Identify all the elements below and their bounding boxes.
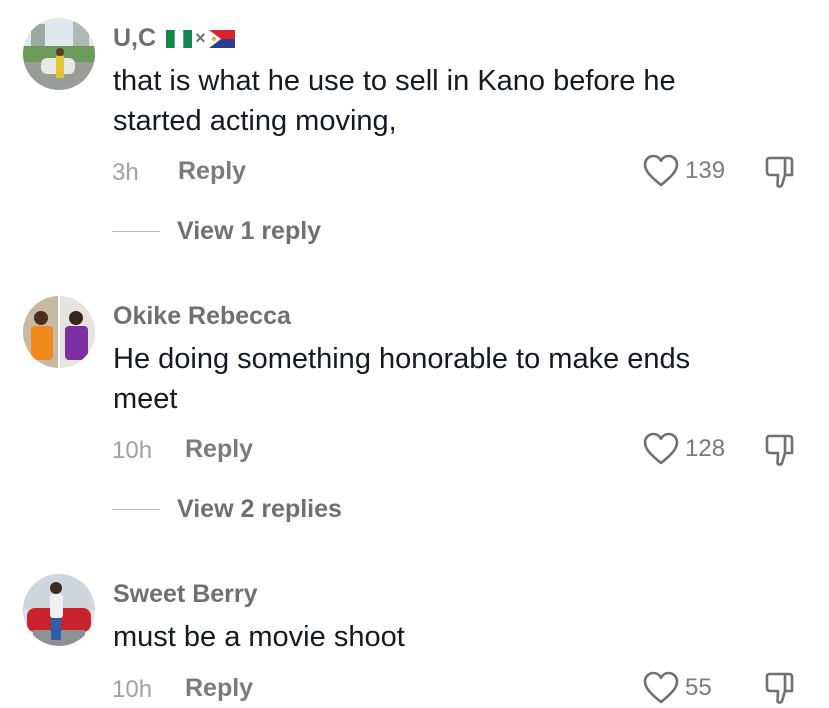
reply-button[interactable]: Reply: [178, 157, 246, 186]
nigeria-flag-icon: [166, 29, 193, 48]
divider-line: [112, 231, 160, 232]
heart-outline-icon: [643, 671, 679, 704]
thumbs-down-icon[interactable]: [763, 154, 799, 190]
comment-time: 10h: [112, 676, 153, 703]
view-replies-button[interactable]: View 1 reply: [112, 217, 321, 246]
heart-outline-icon: [643, 432, 679, 465]
like-count: 128: [685, 435, 726, 462]
heart-outline-icon: [643, 154, 679, 187]
reply-button[interactable]: Reply: [185, 674, 253, 703]
reply-button[interactable]: Reply: [185, 435, 253, 464]
username[interactable]: Sweet Berry: [113, 580, 258, 609]
comment-time: 3h: [112, 159, 139, 186]
username[interactable]: Okike Rebecca: [113, 302, 291, 331]
comment-time: 10h: [112, 437, 153, 464]
like-button[interactable]: 55: [643, 671, 712, 705]
view-replies-label: View 1 reply: [177, 217, 322, 245]
like-count: 139: [685, 157, 726, 184]
comment-text: must be a movie shoot: [113, 621, 405, 653]
flag-separator: ×: [195, 28, 206, 48]
comment-text: He doing something honorable to make end…: [113, 343, 691, 415]
username[interactable]: U,C: [113, 24, 156, 53]
view-replies-button[interactable]: View 2 replies: [112, 495, 342, 524]
avatar[interactable]: [23, 18, 95, 90]
comment-text: that is what he use to sell in Kano befo…: [113, 65, 676, 137]
sint-maarten-flag-icon: [208, 29, 235, 48]
thumbs-down-icon[interactable]: [763, 670, 799, 706]
avatar[interactable]: [23, 574, 95, 646]
avatar[interactable]: [23, 296, 95, 368]
divider-line: [112, 509, 160, 510]
like-button[interactable]: 128: [643, 432, 725, 466]
like-button[interactable]: 139: [643, 154, 725, 188]
like-count: 55: [685, 674, 712, 701]
view-replies-label: View 2 replies: [177, 495, 342, 523]
thumbs-down-icon[interactable]: [763, 432, 799, 468]
